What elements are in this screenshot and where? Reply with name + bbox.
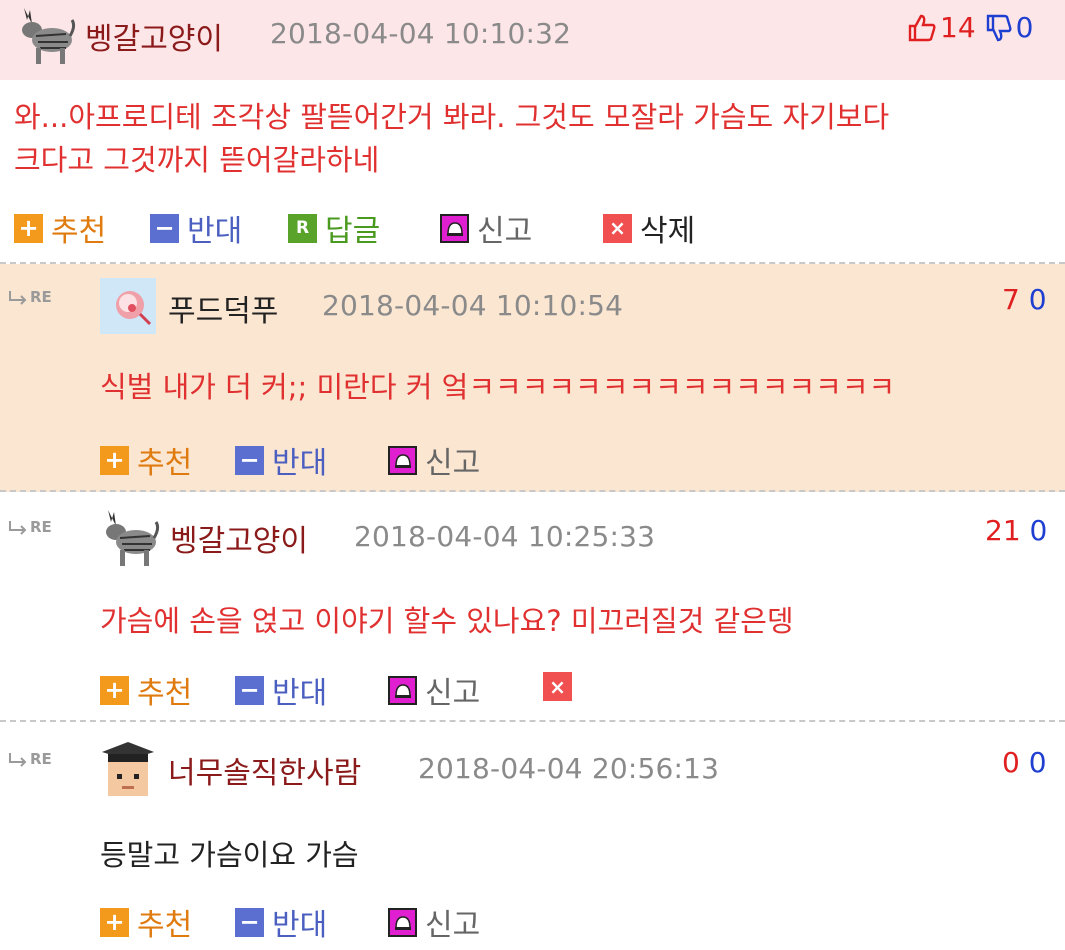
oppose-button[interactable]: − 반대 xyxy=(235,668,327,712)
vote-counts: 0 0 xyxy=(1002,746,1047,779)
reply-marker-label: RE xyxy=(30,750,52,768)
down-count: 0 xyxy=(1015,11,1034,44)
siren-icon xyxy=(388,675,417,705)
close-icon: × xyxy=(543,672,572,701)
reply-marker: RE xyxy=(8,518,52,536)
reply-marker: RE xyxy=(8,288,52,306)
delete-button[interactable]: × xyxy=(543,672,572,701)
oppose-button[interactable]: − 반대 xyxy=(235,438,327,482)
avatar[interactable] xyxy=(100,738,156,800)
reply-marker-label: RE xyxy=(30,288,52,306)
recommend-label: 추천 xyxy=(137,908,193,943)
report-button[interactable]: 신고 xyxy=(388,668,480,712)
report-label: 신고 xyxy=(425,676,481,711)
reply-arrow-icon xyxy=(9,753,27,767)
comment-author[interactable]: 푸드덕푸 xyxy=(168,286,278,330)
minus-icon: − xyxy=(235,675,264,705)
vote-counts: 21 0 xyxy=(985,514,1047,547)
comment-body: 와...아프로디테 조각상 팔뜯어간거 봐라. 그것도 모잘라 가슴도 자기보다… xyxy=(14,96,889,182)
report-label: 신고 xyxy=(477,214,533,249)
comment-body-line: 크다고 그것까지 뜯어갈라하네 xyxy=(14,143,380,177)
close-icon: × xyxy=(603,213,632,243)
delete-label: 삭제 xyxy=(640,214,696,249)
report-button[interactable]: 신고 xyxy=(388,438,480,482)
comment-date: 2018-04-04 20:56:13 xyxy=(418,752,720,785)
comment-date: 2018-04-04 10:25:33 xyxy=(354,520,656,553)
reply-arrow-icon xyxy=(9,291,27,305)
recommend-label: 추천 xyxy=(137,676,193,711)
down-count: 0 xyxy=(1028,283,1047,316)
comment-body: 식벌 내가 더 커;; 미란다 커 엌ㅋㅋㅋㅋㅋㅋㅋㅋㅋㅋㅋㅋㅋㅋㅋㅋ xyxy=(100,370,896,404)
vote-counts: 14 0 xyxy=(907,11,1033,44)
comment-author[interactable]: 벵갈고양이 xyxy=(85,14,223,58)
comment-date: 2018-04-04 10:10:32 xyxy=(270,17,572,50)
avatar-cat[interactable] xyxy=(18,6,76,68)
up-count: 21 xyxy=(985,514,1021,547)
recommend-button[interactable]: + 추천 xyxy=(14,206,106,250)
reply-arrow-icon xyxy=(9,521,27,535)
minus-icon: − xyxy=(235,907,264,937)
comment-body: 등말고 가슴이요 가슴 xyxy=(100,838,359,872)
report-label: 신고 xyxy=(425,908,481,943)
up-count: 14 xyxy=(940,11,976,44)
recommend-label: 추천 xyxy=(51,214,107,249)
down-count: 0 xyxy=(1028,746,1047,779)
plus-icon: + xyxy=(14,213,43,243)
vote-counts: 7 0 xyxy=(1002,283,1047,316)
down-count: 0 xyxy=(1029,514,1048,547)
report-button[interactable]: 신고 xyxy=(440,206,532,250)
recommend-button[interactable]: + 추천 xyxy=(100,900,192,944)
thumbs-down-icon[interactable] xyxy=(985,13,1013,43)
comment-author[interactable]: 너무솔직한사람 xyxy=(168,748,361,792)
reply-label: 답글 xyxy=(325,214,381,249)
recommend-button[interactable]: + 추천 xyxy=(100,438,192,482)
plus-icon: + xyxy=(100,675,129,705)
thumbs-up-icon[interactable] xyxy=(907,13,937,43)
oppose-label: 반대 xyxy=(272,446,328,481)
plus-icon: + xyxy=(100,907,129,937)
minus-icon: − xyxy=(150,213,179,243)
oppose-label: 반대 xyxy=(272,908,328,943)
up-count: 0 xyxy=(1002,746,1020,779)
comment-body-line: 와...아프로디테 조각상 팔뜯어간거 봐라. 그것도 모잘라 가슴도 자기보다 xyxy=(14,100,890,134)
up-count: 7 xyxy=(1002,283,1020,316)
plus-icon: + xyxy=(100,445,129,475)
report-label: 신고 xyxy=(425,446,481,481)
reply-marker-label: RE xyxy=(30,518,52,536)
siren-icon xyxy=(388,907,417,937)
minus-icon: − xyxy=(235,445,264,475)
comment-body: 가슴에 손을 얹고 이야기 할수 있나요? 미끄러질것 같은뎅 xyxy=(100,604,794,638)
divider xyxy=(0,720,1065,722)
reply-marker: RE xyxy=(8,750,52,768)
comment-author[interactable]: 벵갈고양이 xyxy=(170,516,308,560)
avatar-cat[interactable] xyxy=(102,508,160,570)
siren-icon xyxy=(440,213,469,243)
report-button[interactable]: 신고 xyxy=(388,900,480,944)
avatar[interactable] xyxy=(100,278,156,334)
oppose-label: 반대 xyxy=(187,214,243,249)
oppose-button[interactable]: − 반대 xyxy=(150,206,242,250)
comment-date: 2018-04-04 10:10:54 xyxy=(322,289,624,322)
siren-icon xyxy=(388,445,417,475)
oppose-button[interactable]: − 반대 xyxy=(235,900,327,944)
delete-button[interactable]: × 삭제 xyxy=(603,206,695,250)
reply-button[interactable]: R 답글 xyxy=(288,206,380,250)
recommend-button[interactable]: + 추천 xyxy=(100,668,192,712)
recommend-label: 추천 xyxy=(137,446,193,481)
oppose-label: 반대 xyxy=(272,676,328,711)
divider xyxy=(0,262,1065,264)
reply-icon: R xyxy=(288,213,317,243)
divider xyxy=(0,490,1065,492)
